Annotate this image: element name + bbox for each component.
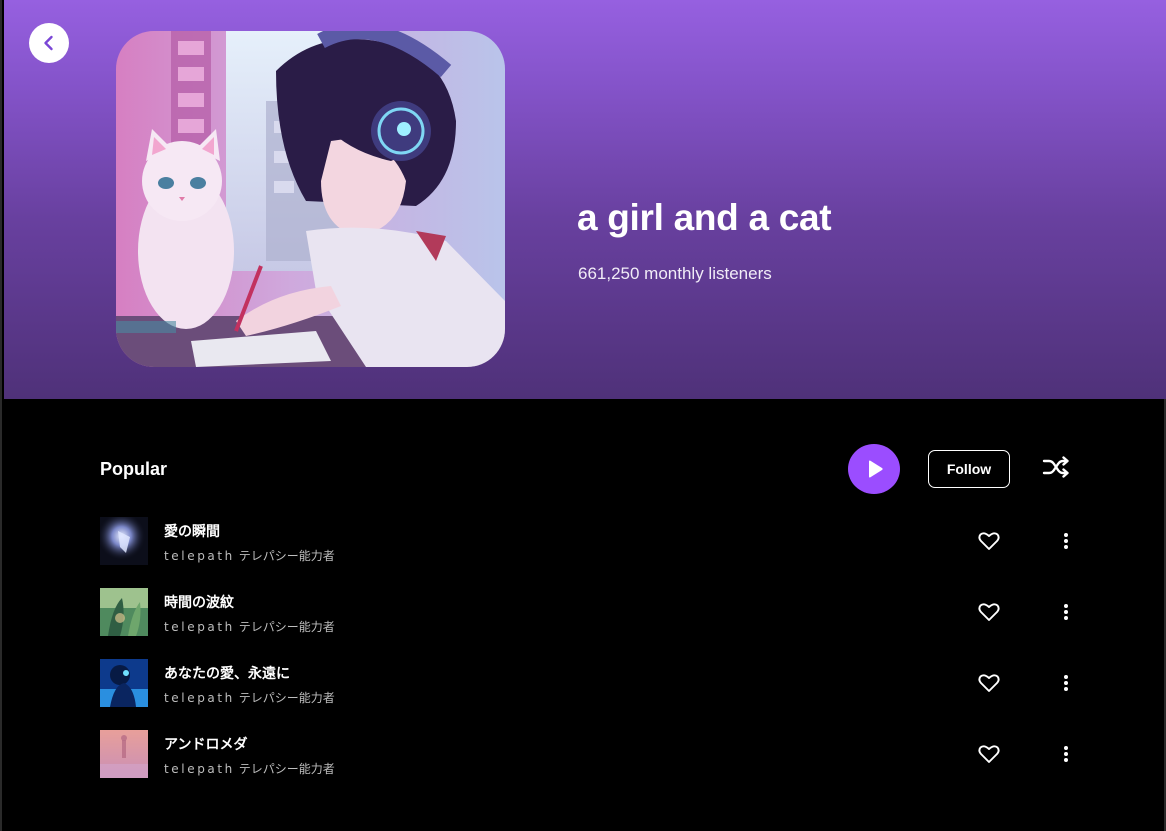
play-button[interactable] xyxy=(848,444,900,494)
heart-icon xyxy=(978,603,1000,621)
track-thumbnail xyxy=(100,517,148,565)
track-artist: telepath テレパシー能力者 xyxy=(164,549,335,563)
track-thumbnail xyxy=(100,730,148,778)
follow-button[interactable]: Follow xyxy=(928,450,1010,488)
track-row[interactable]: 時間の波紋 telepath テレパシー能力者 xyxy=(100,588,1080,636)
track-artist: telepath テレパシー能力者 xyxy=(164,762,335,776)
popular-section-title: Popular xyxy=(100,459,168,479)
like-button[interactable] xyxy=(976,600,1002,624)
play-icon xyxy=(869,460,883,478)
artist-cover-image xyxy=(116,31,505,367)
more-vertical-icon xyxy=(1064,604,1068,620)
more-options-button[interactable] xyxy=(1056,671,1076,695)
chevron-left-icon xyxy=(44,35,53,51)
artist-header: a girl and a cat 661,250 monthly listene… xyxy=(4,0,1166,399)
track-row[interactable]: アンドロメダ telepath テレパシー能力者 xyxy=(100,730,1080,778)
like-button[interactable] xyxy=(976,671,1002,695)
track-title: あなたの愛、永遠に xyxy=(164,666,290,682)
track-title: アンドロメダ xyxy=(164,737,248,753)
back-button[interactable] xyxy=(29,23,69,63)
artist-name: a girl and a cat xyxy=(577,197,832,238)
track-artist: telepath テレパシー能力者 xyxy=(164,691,335,705)
shuffle-icon xyxy=(1042,456,1069,478)
heart-icon xyxy=(978,674,1000,692)
heart-icon xyxy=(978,745,1000,763)
track-thumbnail xyxy=(100,588,148,636)
track-title: 愛の瞬間 xyxy=(164,524,220,540)
track-title: 時間の波紋 xyxy=(164,595,234,611)
track-artist: telepath テレパシー能力者 xyxy=(164,620,335,634)
track-row[interactable]: あなたの愛、永遠に telepath テレパシー能力者 xyxy=(100,659,1080,707)
more-vertical-icon xyxy=(1064,746,1068,762)
heart-icon xyxy=(978,532,1000,550)
like-button[interactable] xyxy=(976,529,1002,553)
monthly-listeners: 661,250 monthly listeners xyxy=(578,264,772,283)
more-options-button[interactable] xyxy=(1056,529,1076,553)
track-row[interactable]: 愛の瞬間 telepath テレパシー能力者 xyxy=(100,517,1080,565)
more-vertical-icon xyxy=(1064,533,1068,549)
more-options-button[interactable] xyxy=(1056,600,1076,624)
more-vertical-icon xyxy=(1064,675,1068,691)
app-window: a girl and a cat 661,250 monthly listene… xyxy=(0,0,1166,831)
more-options-button[interactable] xyxy=(1056,742,1076,766)
like-button[interactable] xyxy=(976,742,1002,766)
track-thumbnail xyxy=(100,659,148,707)
shuffle-button[interactable] xyxy=(1040,452,1072,482)
